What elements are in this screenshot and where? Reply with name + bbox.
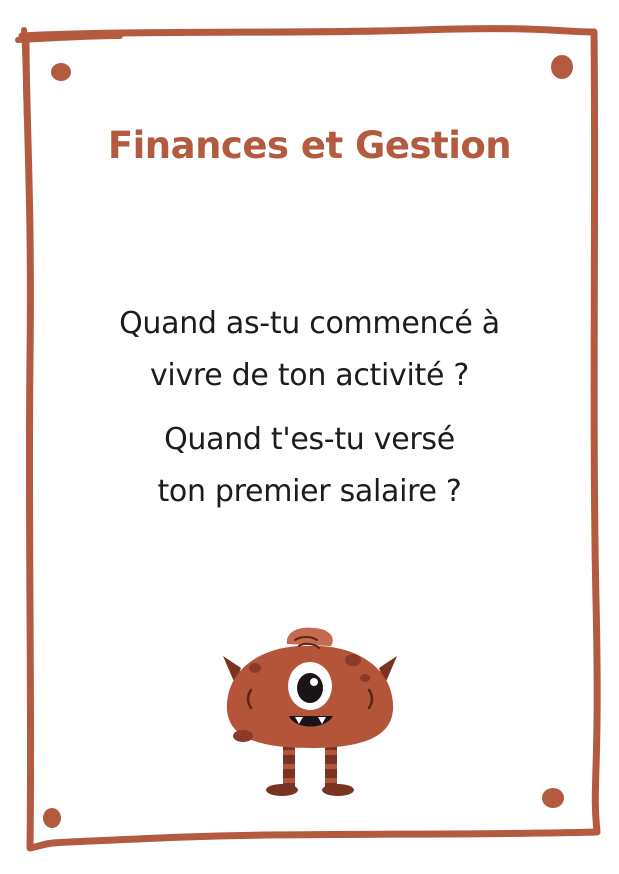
question-2-line-1: Quand t'es-tu versé [164, 422, 455, 457]
corner-dot-top-right [551, 55, 573, 79]
question-1-line-1: Quand as-tu commencé à [119, 306, 500, 341]
corner-dot-bottom-left [43, 808, 61, 828]
one-eyed-monster-icon [223, 627, 397, 796]
question-1: Quand as-tu commencé à vivre de ton acti… [0, 298, 619, 402]
question-1-line-2: vivre de ton activité ? [149, 358, 470, 393]
corner-dot-bottom-right [542, 788, 564, 808]
corner-dot-top-left [51, 63, 71, 81]
card-title: Finances et Gestion [107, 124, 512, 167]
question-2-line-2: ton premier salaire ? [157, 474, 462, 509]
question-2: Quand t'es-tu versé ton premier salaire … [0, 414, 619, 518]
